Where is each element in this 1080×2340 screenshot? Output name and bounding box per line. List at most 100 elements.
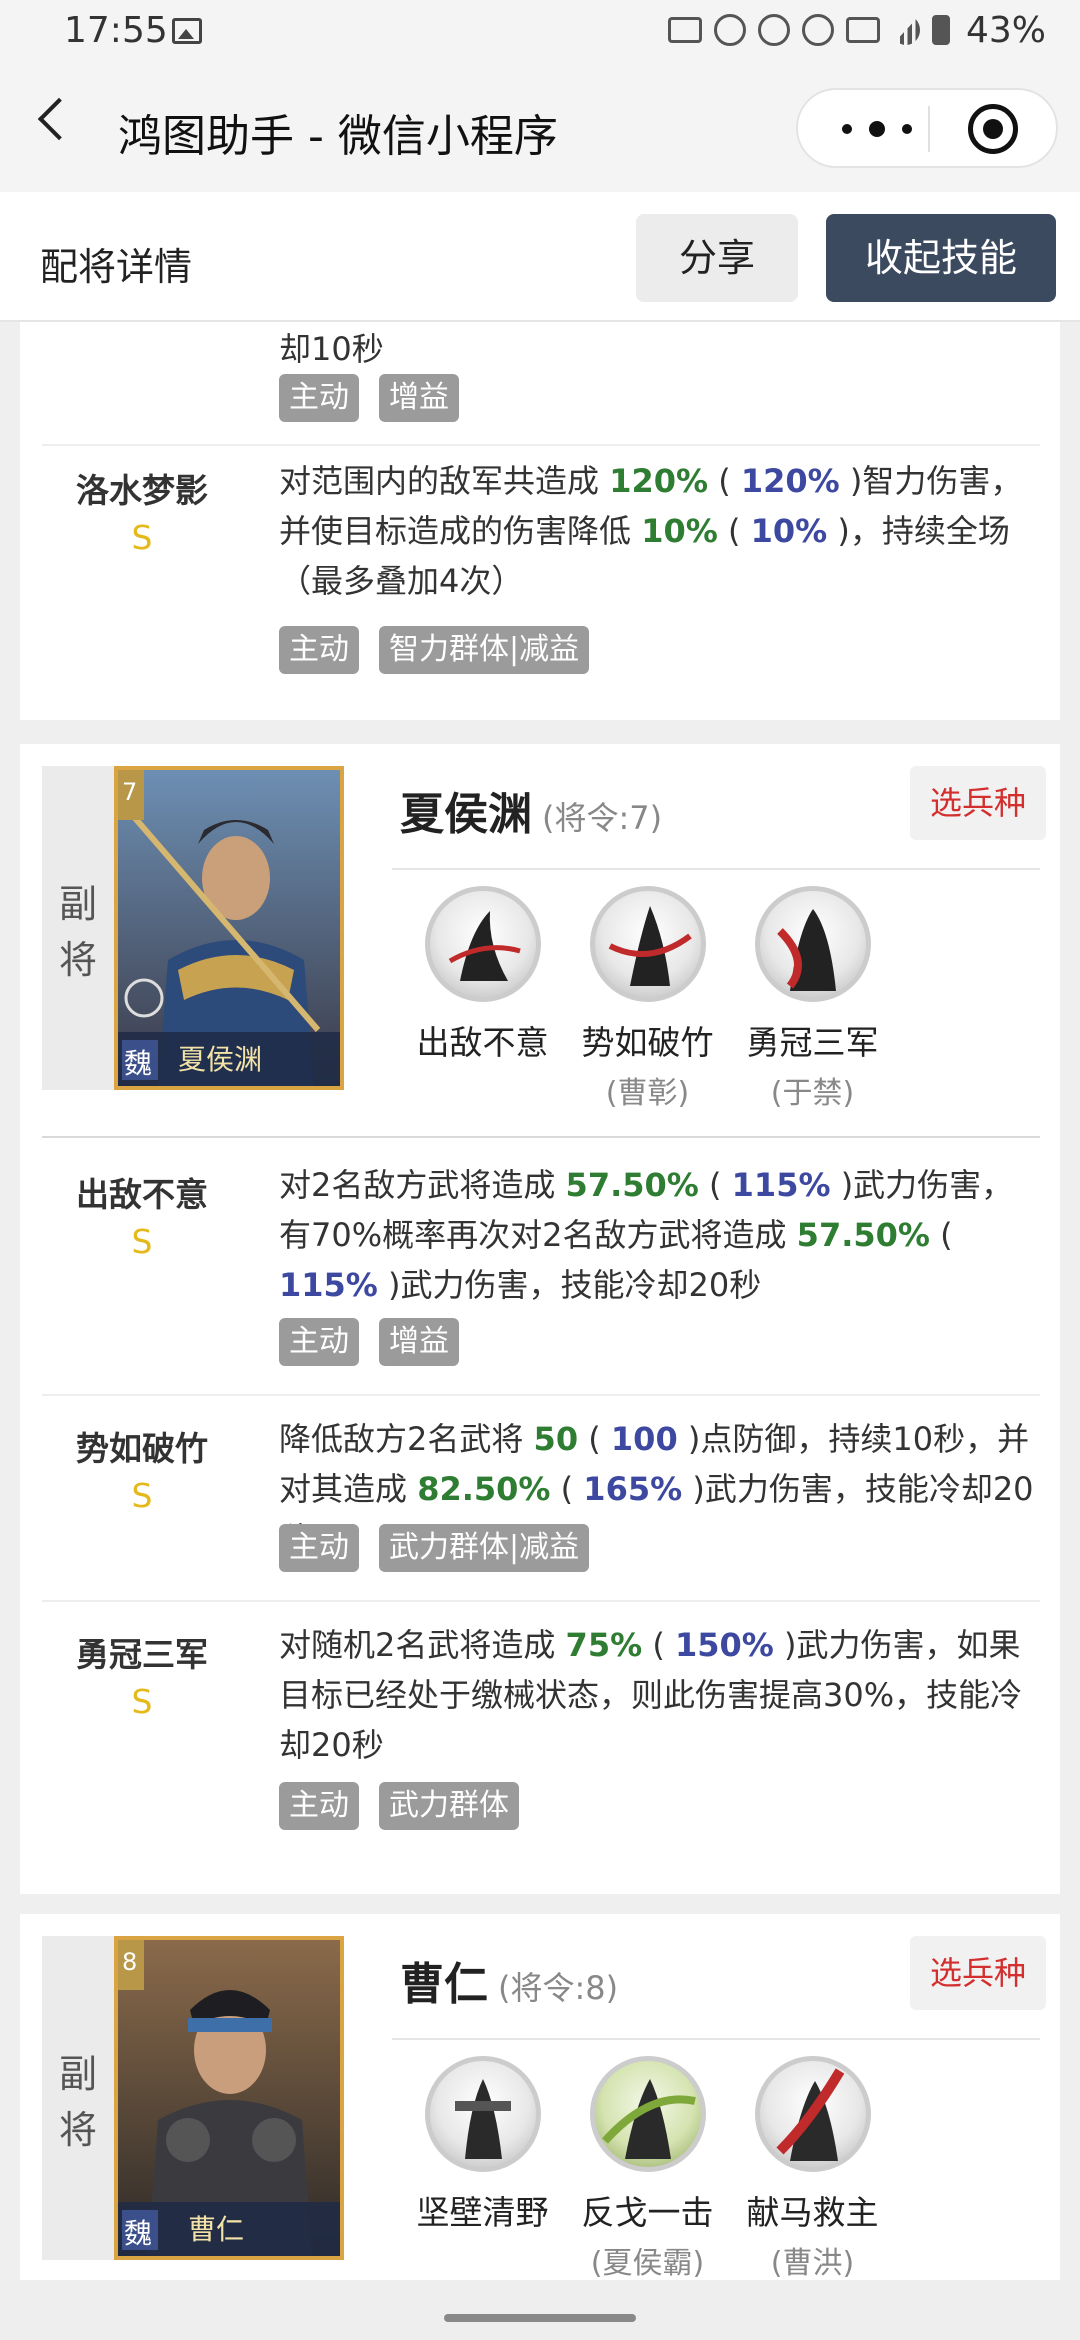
skill-name: 出敌不意 bbox=[76, 1175, 208, 1214]
general-card-caoren: 副将 8 魏 曹仁 曹仁 (将令:8) 选兵种 坚壁清野 反戈一击 (夏侯霸) … bbox=[20, 1914, 1060, 2280]
tag: 智力群体|减益 bbox=[379, 626, 590, 674]
skill-slot[interactable]: 出敌不意 bbox=[400, 886, 565, 1112]
skill-slot[interactable]: 反戈一击 (夏侯霸) bbox=[565, 2056, 730, 2280]
gallery-icon bbox=[172, 18, 202, 44]
skill-name: 勇冠三军 bbox=[76, 1635, 208, 1674]
nav-title: 鸿图助手 - 微信小程序 bbox=[118, 111, 558, 162]
skill-source: (曹洪) bbox=[770, 2246, 855, 2280]
skill-slot[interactable]: 坚壁清野 bbox=[400, 2056, 565, 2280]
skill-name: 勇冠三军 bbox=[746, 1023, 879, 1062]
status-icons bbox=[668, 14, 950, 46]
role-label: 副将 bbox=[42, 1936, 114, 2260]
skill-grade: S bbox=[131, 1682, 153, 1721]
hd-icon bbox=[668, 17, 702, 43]
skill-name: 洛水梦影 bbox=[76, 471, 208, 510]
command-level: 8 bbox=[122, 1948, 138, 1976]
role-label: 副将 bbox=[42, 766, 114, 1090]
divider bbox=[392, 2038, 1040, 2040]
back-icon[interactable] bbox=[37, 97, 81, 141]
skill-grade: S bbox=[131, 1476, 153, 1515]
mute-icon bbox=[758, 14, 790, 46]
skill-icon bbox=[754, 2056, 871, 2172]
home-indicator[interactable] bbox=[444, 2314, 636, 2322]
skill-desc-tail: 却10秒 bbox=[279, 330, 384, 368]
tag: 增益 bbox=[379, 374, 459, 422]
signal-icon bbox=[892, 15, 920, 45]
tag: 主动 bbox=[279, 626, 359, 674]
skill-tags-tail: 主动 增益 bbox=[279, 374, 459, 422]
skill-tags: 主动 武力群体 bbox=[279, 1782, 519, 1830]
general-name: 曹仁 (将令:8) bbox=[400, 1959, 619, 2010]
status-time: 17:55 bbox=[64, 10, 168, 51]
page-header: 配将详情 分享 收起技能 bbox=[0, 192, 1080, 322]
collapse-skills-button[interactable]: 收起技能 bbox=[826, 214, 1056, 302]
skill-detail-row: 势如破竹 S 降低敌方2名武将 50 ( 100 )点防御，持续10秒，并对其造… bbox=[42, 1396, 1040, 1602]
skill-slot[interactable]: 势如破竹 (曹彰) bbox=[565, 886, 730, 1112]
battery-icon bbox=[932, 15, 950, 45]
skill-slot[interactable]: 献马救主 (曹洪) bbox=[730, 2056, 895, 2280]
tag: 主动 bbox=[279, 1524, 359, 1572]
skill-name: 势如破竹 bbox=[581, 1023, 714, 1062]
divider bbox=[392, 868, 1040, 870]
tag: 主动 bbox=[279, 1782, 359, 1830]
skill-icon bbox=[424, 2056, 541, 2172]
skill-icon bbox=[589, 886, 706, 1002]
page-title: 配将详情 bbox=[40, 245, 193, 289]
battery-percent: 43% bbox=[965, 10, 1046, 51]
general-portrait[interactable]: 7 魏 夏侯渊 bbox=[114, 766, 344, 1090]
skill-source: (曹彰) bbox=[605, 1076, 690, 1111]
general-portrait[interactable]: 8 魏 曹仁 bbox=[114, 1936, 344, 2260]
skill-tags: 主动 增益 bbox=[279, 1318, 459, 1366]
portrait-name: 曹仁 bbox=[188, 2213, 245, 2246]
skill-slot[interactable]: 勇冠三军 (于禁) bbox=[730, 886, 895, 1112]
wifi-icon bbox=[802, 14, 834, 46]
skill-name: 出敌不意 bbox=[416, 1023, 549, 1062]
nav-bar: 鸿图助手 - 微信小程序 bbox=[0, 64, 1080, 192]
faction-badge: 魏 bbox=[124, 2217, 153, 2250]
skill-name: 献马救主 bbox=[746, 2193, 879, 2232]
skill-detail-row: 勇冠三军 S 对随机2名武将造成 75% ( 150% )武力伤害，如果目标已经… bbox=[42, 1602, 1040, 1864]
general-header: 副将 7 魏 夏侯渊 夏侯渊 (将令:7) 选兵种 出敌不意 势如破竹 (曹彰)… bbox=[42, 766, 1046, 1138]
more-icon[interactable] bbox=[842, 114, 912, 144]
tag: 主动 bbox=[279, 374, 359, 422]
skill-description: 对随机2名武将造成 75% ( 150% )武力伤害，如果目标已经处于缴械状态，… bbox=[279, 1626, 1023, 1764]
skill-icon bbox=[754, 886, 871, 1002]
skill-tags: 主动 武力群体|减益 bbox=[279, 1524, 590, 1572]
share-button[interactable]: 分享 bbox=[636, 214, 798, 302]
alarm-icon bbox=[714, 14, 746, 46]
skill-detail-row: 洛水梦影 S 对范围内的敌军共造成 120% ( 120% )智力伤害，并使目标… bbox=[42, 446, 1040, 702]
skill-name: 势如破竹 bbox=[76, 1429, 208, 1468]
skill-icon-list: 坚壁清野 反戈一击 (夏侯霸) 献马救主 (曹洪) bbox=[400, 2056, 895, 2280]
status-bar: 17:55 43% bbox=[0, 0, 1080, 64]
skill-detail-row: 出敌不意 S 对2名敌方武将造成 57.50% ( 115% )武力伤害，有70… bbox=[42, 1138, 1040, 1396]
skill-name: 坚壁清野 bbox=[416, 2193, 549, 2232]
miniprogram-capsule bbox=[796, 88, 1058, 168]
skill-icon bbox=[589, 2056, 706, 2172]
skill-source: (于禁) bbox=[770, 1076, 855, 1111]
skill-grade: S bbox=[131, 518, 153, 557]
close-miniprogram-icon[interactable] bbox=[968, 104, 1018, 154]
general-name: 夏侯渊 (将令:7) bbox=[400, 789, 663, 840]
tag: 增益 bbox=[379, 1318, 459, 1366]
skill-icon bbox=[424, 886, 541, 1002]
tag: 武力群体 bbox=[379, 1782, 519, 1830]
skill-icon-list: 出敌不意 势如破竹 (曹彰) 勇冠三军 (于禁) bbox=[400, 886, 895, 1112]
skill-source: (夏侯霸) bbox=[590, 2246, 705, 2280]
faction-badge: 魏 bbox=[124, 1047, 153, 1080]
system-nav-bar bbox=[0, 2280, 1080, 2340]
general-card-prev: 却10秒 主动 增益 洛水梦影 S 对范围内的敌军共造成 120% ( 120%… bbox=[20, 322, 1060, 720]
capsule-divider bbox=[928, 106, 930, 152]
select-troop-button[interactable]: 选兵种 bbox=[910, 1936, 1046, 2010]
skill-name: 反戈一击 bbox=[581, 2193, 714, 2232]
select-troop-button[interactable]: 选兵种 bbox=[910, 766, 1046, 840]
tag: 武力群体|减益 bbox=[379, 1524, 590, 1572]
command-level: 7 bbox=[122, 778, 138, 806]
skill-description: 对范围内的敌军共造成 120% ( 120% )智力伤害，并使目标造成的伤害降低… bbox=[279, 462, 1023, 600]
skill-grade: S bbox=[131, 1222, 153, 1261]
general-card-xiahouyuan: 副将 7 魏 夏侯渊 夏侯渊 (将令:7) 选兵种 出敌不意 势如破竹 (曹彰)… bbox=[20, 744, 1060, 1894]
skill-tags: 主动 智力群体|减益 bbox=[279, 626, 590, 674]
content-area: 却10秒 主动 增益 洛水梦影 S 对范围内的敌军共造成 120% ( 120%… bbox=[0, 322, 1080, 2280]
tag: 主动 bbox=[279, 1318, 359, 1366]
general-header: 副将 8 魏 曹仁 曹仁 (将令:8) 选兵种 坚壁清野 反戈一击 (夏侯霸) … bbox=[42, 1936, 1046, 2280]
portrait-name: 夏侯渊 bbox=[178, 1043, 263, 1076]
